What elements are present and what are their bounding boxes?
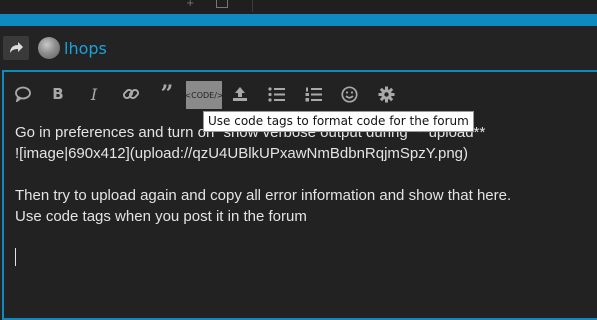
bold-label: B	[52, 85, 64, 103]
text-line: Then try to upload again and copy all er…	[15, 187, 512, 204]
bullet-list-icon[interactable]	[261, 80, 291, 108]
reply-share-button[interactable]	[3, 36, 29, 60]
italic-label: I	[90, 84, 98, 104]
code-tooltip: Use code tags to format code for the for…	[203, 111, 474, 132]
share-arrow-icon	[10, 42, 23, 53]
code-button[interactable]: <CODE/>	[184, 81, 224, 109]
composer-editor[interactable]: B I ” <CODE/> Go in preferences and turn…	[2, 70, 597, 320]
italic-icon[interactable]: I	[79, 80, 109, 108]
gear-icon[interactable]	[371, 80, 401, 108]
username-link[interactable]: lhops	[64, 39, 107, 58]
link-icon[interactable]	[116, 80, 146, 108]
upload-icon[interactable]	[225, 80, 255, 108]
bold-icon[interactable]: B	[43, 80, 73, 108]
plus-icon[interactable]: +	[186, 0, 194, 9]
divider	[252, 0, 253, 12]
text-line: ![image|690x412](upload://qzU4UBlkUPxawN…	[15, 145, 469, 162]
avatar[interactable]	[38, 37, 60, 59]
text-caret	[15, 248, 16, 266]
emoji-icon[interactable]	[334, 80, 364, 108]
numbered-list-icon[interactable]	[298, 80, 328, 108]
text-line: Use code tags when you post it in the fo…	[15, 208, 307, 225]
square-icon[interactable]	[216, 0, 228, 8]
composer-toolbar: B I ” <CODE/>	[4, 72, 597, 110]
composer-text[interactable]: Go in preferences and turn on “show verb…	[15, 122, 585, 227]
top-strip: +	[0, 0, 597, 14]
blockquote-icon[interactable]: ”	[152, 80, 182, 108]
reply-header: lhops	[0, 26, 597, 70]
code-label: <CODE/>	[184, 90, 224, 100]
accent-bar	[0, 14, 597, 26]
quote-bubble-icon[interactable]	[8, 80, 38, 108]
